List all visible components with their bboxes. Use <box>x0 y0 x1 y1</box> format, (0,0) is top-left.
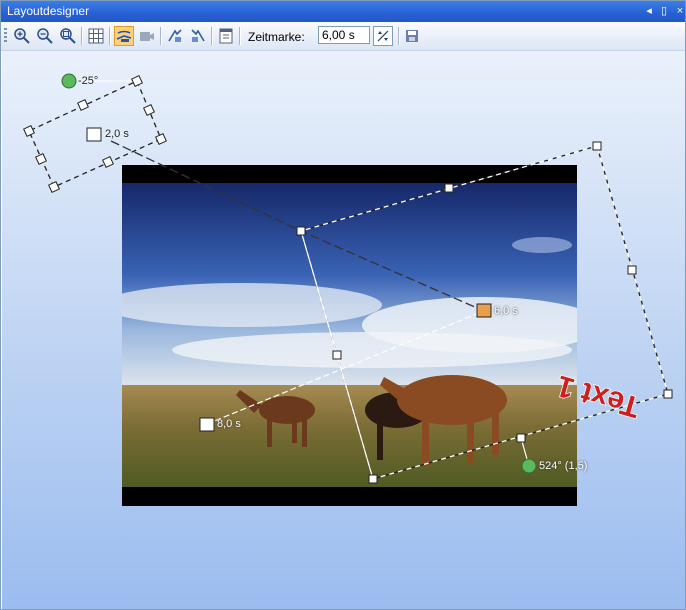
close-icon[interactable]: × <box>672 1 685 22</box>
title-bar: Layoutdesigner ◂ ▯ × <box>1 1 685 22</box>
time-spin-icon[interactable] <box>373 26 393 46</box>
keyframe-label-left: 8,0 s <box>217 418 241 430</box>
toolbar-separator <box>109 27 110 45</box>
time-marker-label: Zeitmarke: <box>248 30 305 44</box>
camera-icon[interactable] <box>137 26 157 46</box>
toolbar-separator <box>239 27 240 45</box>
time-marker-input[interactable] <box>318 26 370 44</box>
toolbar: Zeitmarke: <box>1 22 685 51</box>
zoom-fit-icon[interactable] <box>58 26 78 46</box>
dock-menu-icon[interactable]: ◂ <box>641 1 657 22</box>
toolbar-separator <box>160 27 161 45</box>
rotation-label-small: -25° <box>78 75 99 87</box>
layout-designer-window: Layoutdesigner ◂ ▯ × Zeitmarke: 6,00 s T… <box>0 0 686 610</box>
toolbar-grip[interactable] <box>4 28 7 44</box>
background-video-frame[interactable] <box>122 165 577 506</box>
rotation-label-big: 524° (1,5) <box>539 460 588 472</box>
save-icon[interactable] <box>402 26 422 46</box>
motion-path-icon[interactable] <box>114 26 134 46</box>
toolbar-separator <box>81 27 82 45</box>
align-right-icon[interactable] <box>188 26 208 46</box>
zoom-out-icon[interactable] <box>35 26 55 46</box>
zoom-in-icon[interactable] <box>12 26 32 46</box>
properties-icon[interactable] <box>216 26 236 46</box>
toolbar-separator <box>398 27 399 45</box>
keyframe-label-small: 2,0 s <box>105 128 129 140</box>
align-left-icon[interactable] <box>165 26 185 46</box>
window-title: Layoutdesigner <box>7 4 90 18</box>
grid-icon[interactable] <box>86 26 106 46</box>
toolbar-separator <box>211 27 212 45</box>
pin-icon[interactable]: ▯ <box>656 1 672 22</box>
keyframe-label-mid: 6,0 s <box>494 305 518 317</box>
